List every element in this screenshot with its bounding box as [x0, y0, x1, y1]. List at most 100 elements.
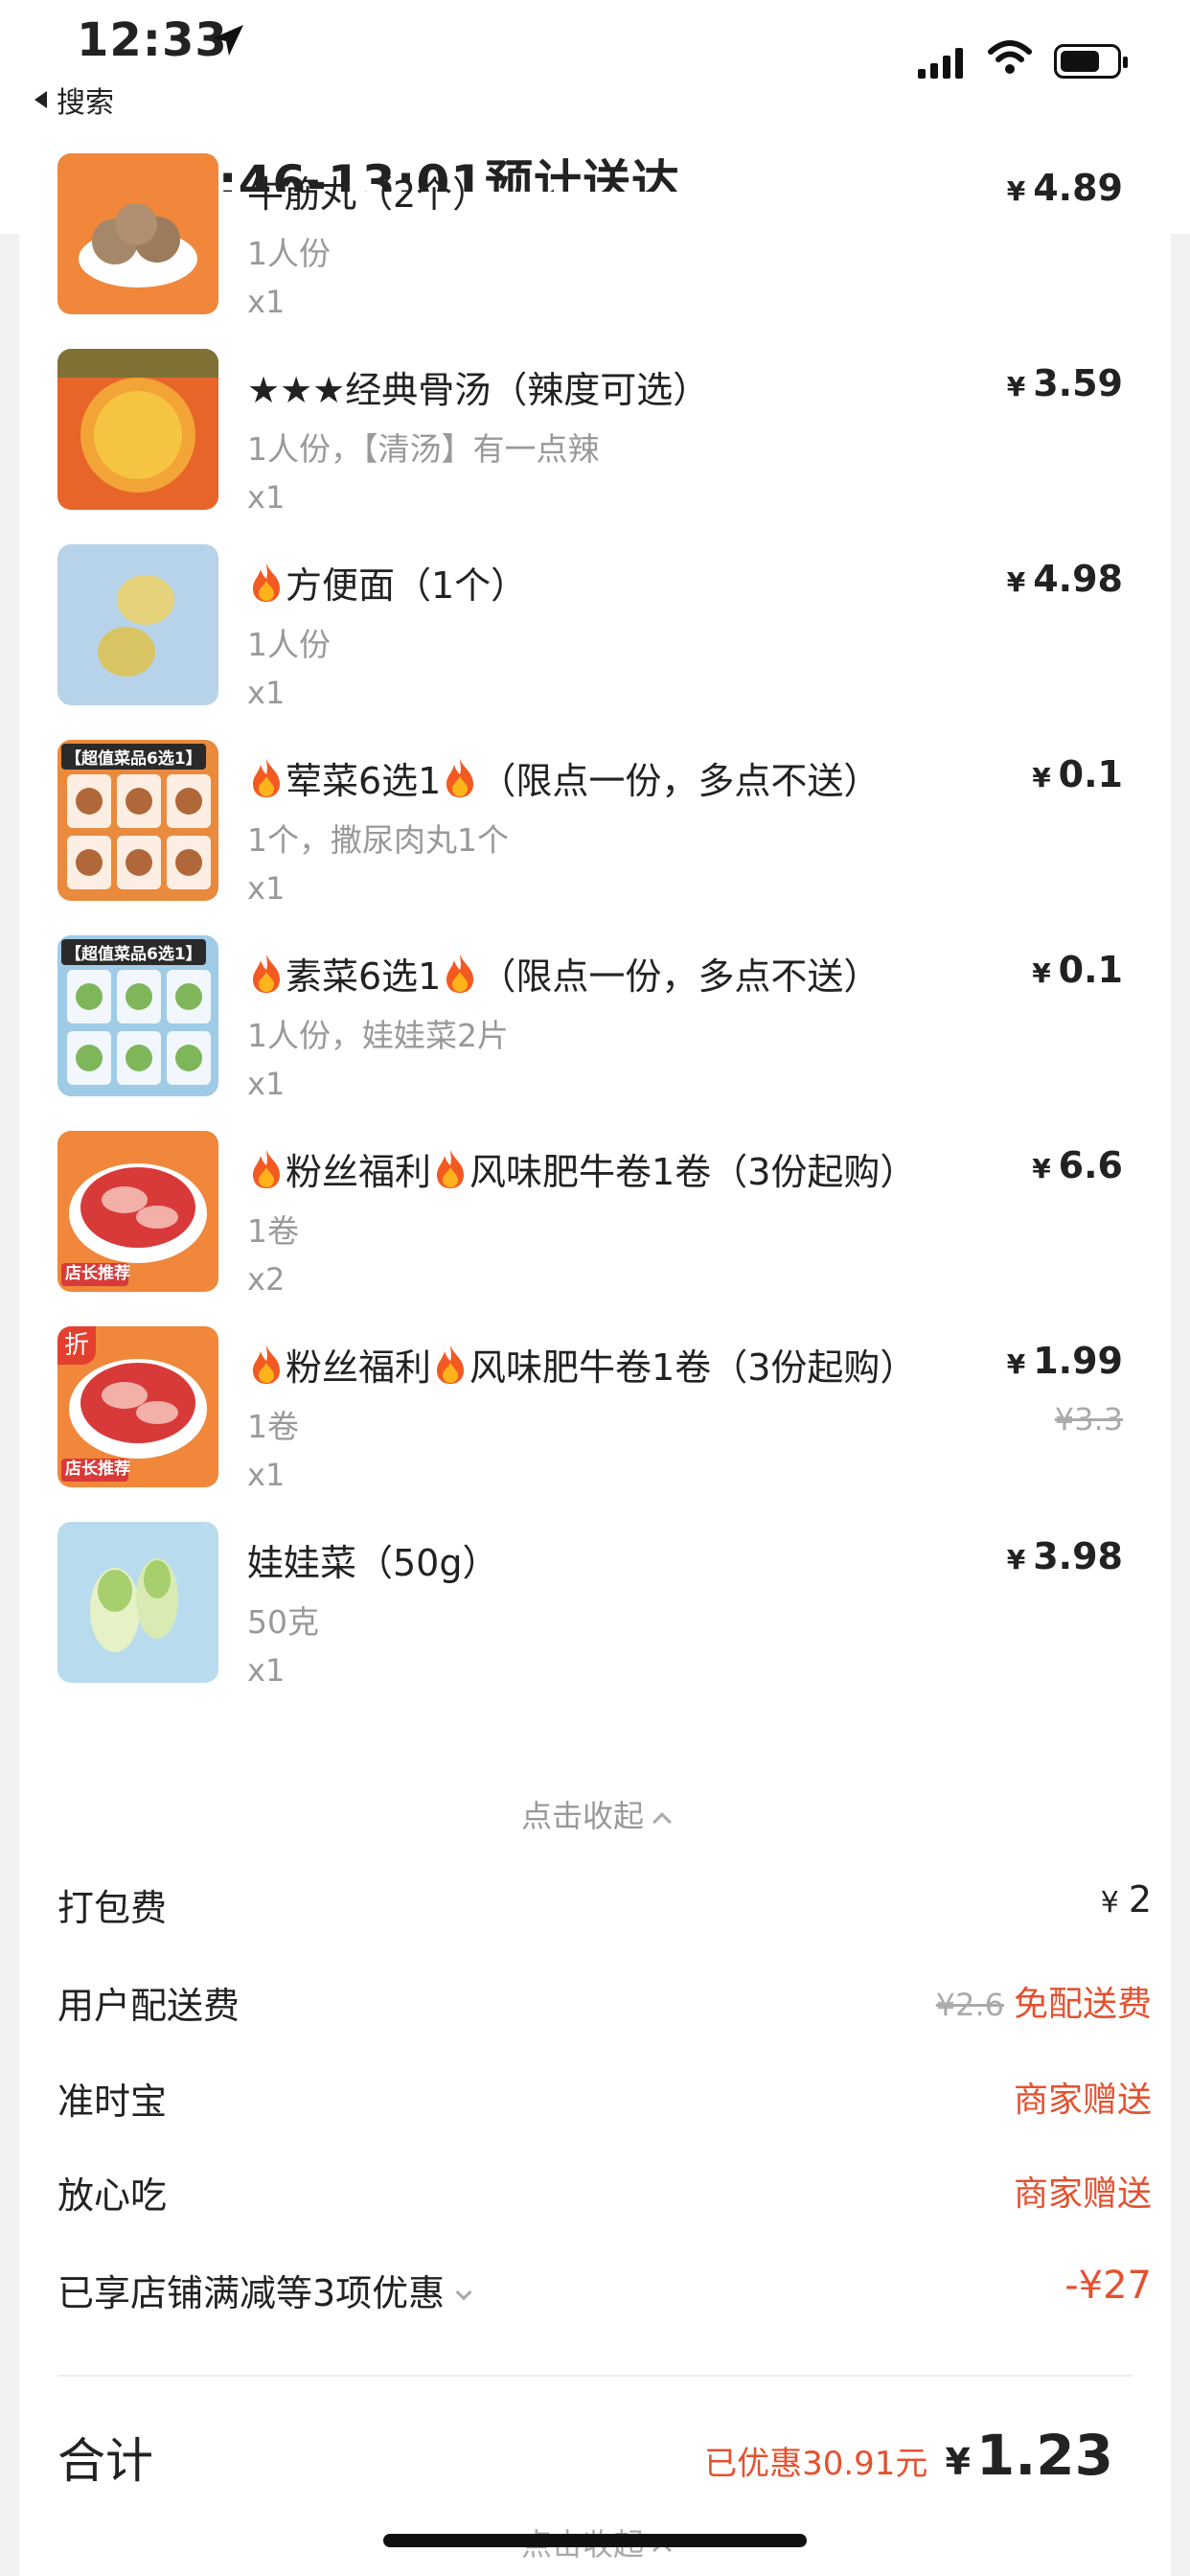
item-quantity: x1: [247, 675, 286, 711]
packing-fee-amount: 2: [1128, 1878, 1152, 1920]
item-thumbnail: 【超值菜品6选1】: [57, 740, 218, 901]
discount-label-text: 已享店铺满减等3项优惠: [57, 2272, 446, 2314]
item-spec: 50克: [247, 1603, 319, 1641]
item-price: ¥3.59: [1007, 362, 1123, 404]
item-name-text: 牛筋丸（2个）: [247, 173, 490, 216]
item-name: 荤菜6选1 （限点一份，多点不送）: [247, 751, 880, 804]
beef-balls-image: [57, 153, 218, 314]
cellular-signal-icon: [918, 44, 963, 79]
flame-icon: [253, 1345, 280, 1384]
flame-icon: [446, 758, 474, 797]
delivery-fee-row: 用户配送费 ¥2.6 免配送费: [57, 1976, 1152, 2034]
item-name-text: 方便面（1个）: [286, 564, 528, 607]
clock: 12:33: [77, 13, 228, 67]
item-spec: 1人份，娃娃菜2片: [247, 1017, 509, 1054]
item-price-value: 4.98: [1033, 558, 1123, 600]
flame-icon: [437, 1149, 465, 1188]
discount-row[interactable]: 已享店铺满减等3项优惠 -¥27: [57, 2264, 1152, 2321]
discount-badge: 折: [57, 1326, 96, 1365]
item-original-price: ¥3.3: [1054, 1401, 1123, 1438]
bone-soup-image: [57, 349, 218, 510]
noodles-image: [57, 544, 218, 705]
battery-icon: [1054, 44, 1128, 79]
item-name-text: 粉丝福利: [286, 1346, 432, 1389]
item-price: ¥6.6: [1032, 1144, 1123, 1186]
chevron-down-icon: [455, 2284, 472, 2301]
delivery-fee-free: 免配送费: [1013, 1985, 1152, 2024]
home-indicator[interactable]: [383, 2534, 807, 2547]
item-price-value: 3.98: [1033, 1535, 1123, 1577]
back-to-app-link[interactable]: 搜索: [34, 79, 114, 121]
thumbnail-label: 【超值菜品6选1】: [61, 744, 206, 770]
item-quantity: x2: [247, 1261, 286, 1298]
order-item[interactable]: ★★★经典骨汤（辣度可选） 1人份，【清汤】有一点辣 x1 ¥3.59: [19, 349, 1171, 544]
flame-icon: [446, 954, 474, 993]
item-spec: 1卷: [247, 1408, 299, 1445]
packing-fee-row: 打包费 ¥2: [57, 1878, 1152, 1936]
item-name: 粉丝福利 风味肥牛卷1卷（3份起购）: [247, 1338, 916, 1391]
ontime-label: 准时宝: [57, 2081, 168, 2123]
item-spec: 1人份: [247, 235, 331, 272]
total-label: 合计: [57, 2433, 153, 2489]
item-price: ¥4.98: [1007, 558, 1123, 600]
item-price: ¥0.1: [1032, 949, 1123, 991]
item-price-value: 0.1: [1058, 753, 1123, 795]
order-item[interactable]: 娃娃菜（50g） 50克 x1 ¥3.98: [19, 1522, 1171, 1717]
item-price: ¥0.1: [1032, 753, 1123, 795]
item-spec: 1个，撒尿肉丸1个: [247, 821, 509, 859]
order-item[interactable]: 方便面（1个） 1人份 x1 ¥4.98: [19, 544, 1171, 740]
item-name: 粉丝福利 风味肥牛卷1卷（3份起购）: [247, 1142, 916, 1195]
order-card: 牛筋丸（2个） 1人份 x1 ¥4.89 ★★★经典骨汤（辣度可选） 1人份，【清汤】有一…: [19, 153, 1171, 2576]
chevron-up-icon: [652, 1812, 672, 1831]
wifi-icon: [988, 40, 1032, 74]
item-spec: 1卷: [247, 1212, 299, 1250]
thumbnail-label: 店长推荐: [65, 1460, 130, 1479]
item-thumbnail: [57, 544, 218, 705]
collapse-label: 点击收起: [520, 1798, 644, 1834]
item-name: 娃娃菜（50g）: [247, 1533, 498, 1586]
item-quantity: x1: [247, 1457, 286, 1493]
divider: [57, 2375, 1133, 2377]
item-name-suffix: （限点一份，多点不送）: [479, 955, 881, 998]
item-quantity: x1: [247, 1652, 286, 1689]
order-item[interactable]: 店长推荐折粉丝福利 风味肥牛卷1卷（3份起购） 1卷 x1 ¥1.99 ¥3.3: [19, 1326, 1171, 1522]
currency-symbol: ¥: [1006, 566, 1026, 598]
item-name-text: 素菜6选1: [286, 955, 442, 998]
item-quantity: x1: [247, 479, 286, 516]
order-item[interactable]: 店长推荐 粉丝福利 风味肥牛卷1卷（3份起购） 1卷 x2 ¥6.6: [19, 1131, 1171, 1326]
currency-symbol: ¥: [1100, 1886, 1119, 1920]
thumbnail-label: 店长推荐: [65, 1264, 130, 1283]
packing-fee-value: ¥2: [1101, 1878, 1152, 1920]
flame-icon: [253, 758, 280, 797]
discount-value: -¥27: [1064, 2264, 1152, 2308]
item-name-suffix: 风味肥牛卷1卷（3份起购）: [469, 1346, 917, 1389]
item-name-suffix: 风味肥牛卷1卷（3份起购）: [469, 1151, 917, 1193]
item-name: 素菜6选1 （限点一份，多点不送）: [247, 947, 880, 1000]
total-amount: ¥1.23: [945, 2423, 1113, 2488]
order-detail-screen: { "status_bar": {"time": "12:33", "back_…: [0, 0, 1190, 2576]
item-price: ¥3.98: [1007, 1535, 1123, 1577]
saved-amount: 已优惠30.91元: [704, 2445, 928, 2483]
total-currency: ¥: [945, 2441, 971, 2483]
item-spec: 1人份，【清汤】有一点辣: [247, 430, 600, 468]
item-name: 牛筋丸（2个）: [247, 165, 489, 218]
currency-symbol: ¥: [1032, 1153, 1051, 1184]
collapse-button[interactable]: 点击收起: [19, 1792, 1171, 1836]
back-triangle-icon: [34, 91, 47, 108]
order-item[interactable]: 牛筋丸（2个） 1人份 x1 ¥4.89: [19, 153, 1171, 349]
item-price: ¥1.99: [1007, 1340, 1123, 1382]
item-name: 方便面（1个）: [247, 556, 527, 609]
location-arrow-icon: [213, 25, 243, 56]
currency-symbol: ¥: [1032, 957, 1051, 989]
flame-icon: [253, 563, 280, 602]
order-item[interactable]: 【超值菜品6选1】 素菜6选1 （限点一份，多点不送） 1人份，娃娃菜2片 x1 ¥0.1: [19, 935, 1171, 1131]
ontime-row: 准时宝 商家赠送: [57, 2072, 1152, 2129]
delivery-fee-label: 用户配送费: [57, 1985, 240, 2027]
flame-icon: [253, 1149, 280, 1188]
item-thumbnail: [57, 153, 218, 314]
item-price-value: 3.59: [1033, 362, 1123, 404]
item-thumbnail: 店长推荐 折: [57, 1326, 218, 1487]
delivery-fee-original: ¥2.6: [935, 1987, 1004, 2023]
order-item[interactable]: 【超值菜品6选1】 荤菜6选1 （限点一份，多点不送） 1个，撒尿肉丸1个 x1 ¥0.1: [19, 740, 1171, 935]
item-list: 牛筋丸（2个） 1人份 x1 ¥4.89 ★★★经典骨汤（辣度可选） 1人份，【清汤】有一…: [19, 153, 1171, 1717]
